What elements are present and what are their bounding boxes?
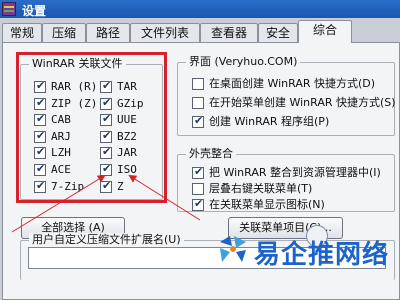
program-group-checkbox-box[interactable]	[192, 114, 204, 128]
tab-strip: 常规 压缩 路径 文件列表 查看器 安全 综合	[0, 20, 400, 43]
watermark: 易企推网络	[214, 228, 398, 298]
watermark-text: 易企推网络	[254, 240, 390, 270]
shell-group-title: 外壳整合	[186, 147, 236, 161]
integrate-explorer-checkbox-label: 把 WinRAR 整合到资源管理器中(I)	[209, 166, 381, 179]
interface-group-title: 界面 (Veryhuo.COM)	[186, 55, 301, 69]
window-title: 设置	[22, 4, 47, 18]
cascaded-menu-checkbox-label: 层叠右键关联菜单(T)	[209, 182, 313, 195]
start-menu-shortcut-checkbox-box[interactable]	[192, 97, 204, 109]
tab-integration[interactable]: 综合	[298, 20, 352, 43]
desktop-shortcut-checkbox-box[interactable]	[192, 78, 204, 90]
tab-viewer[interactable]: 查看器	[200, 23, 258, 42]
tab-general[interactable]: 常规	[2, 23, 42, 42]
desktop-shortcut-checkbox-label: 在桌面创建 WinRAR 快捷方式(D)	[209, 77, 376, 90]
tab-security[interactable]: 安全	[258, 23, 298, 42]
tab-file-list[interactable]: 文件列表	[130, 23, 200, 42]
menu-icons-checkbox-label: 在关联菜单显示图标(N)	[209, 198, 325, 211]
start-menu-shortcut-checkbox-label: 在开始菜单创建 WinRAR 快捷方式(S)	[209, 96, 396, 109]
custom-extensions-title: 用户自定义压缩文件扩展名(U)	[29, 233, 184, 247]
program-group-checkbox-label: 创建 WinRAR 程序组(P)	[209, 115, 330, 128]
cascaded-menu-checkbox-box[interactable]	[192, 183, 204, 195]
integrate-explorer-checkbox-box[interactable]	[192, 165, 204, 179]
tab-paths[interactable]: 路径	[86, 23, 130, 42]
tab-compression[interactable]: 压缩	[42, 23, 86, 42]
highlight-frame	[16, 52, 167, 203]
watermark-logo-icon	[220, 236, 246, 262]
menu-icons-checkbox-box[interactable]	[192, 197, 204, 211]
winrar-icon	[2, 2, 16, 16]
title-bar: 设置	[0, 0, 400, 18]
